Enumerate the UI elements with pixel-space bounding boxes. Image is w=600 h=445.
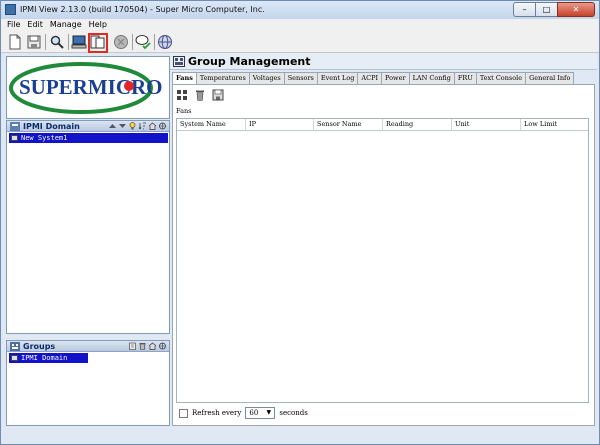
groups-header: Groups bbox=[7, 341, 169, 352]
ipmi-domain-pane: IPMI Domain New System1 bbox=[6, 120, 170, 334]
trash-icon[interactable] bbox=[194, 89, 206, 101]
globe-icon[interactable] bbox=[157, 34, 173, 50]
tab-temperatures[interactable]: Temperatures bbox=[195, 72, 250, 84]
tab-fru[interactable]: FRU bbox=[453, 72, 477, 84]
groups-icon bbox=[10, 342, 20, 351]
logo-text: SUPERMICRO bbox=[19, 75, 163, 99]
app-icon bbox=[5, 4, 16, 15]
tab-voltages[interactable]: Voltages bbox=[248, 72, 285, 84]
group-management-header-icon bbox=[173, 56, 185, 67]
search-icon[interactable] bbox=[49, 34, 65, 50]
title-bar: IPMI View 2.13.0 (build 170504) - Super … bbox=[1, 1, 599, 19]
new-file-icon[interactable] bbox=[7, 34, 23, 50]
save-config-icon[interactable] bbox=[212, 89, 224, 101]
toolbar bbox=[1, 31, 599, 53]
group-delete-icon[interactable] bbox=[139, 342, 146, 350]
fans-table[interactable]: System Name IP Sensor Name Reading Unit … bbox=[176, 118, 589, 403]
page-title: Group Management bbox=[188, 55, 311, 68]
column-sensor-name[interactable]: Sensor Name bbox=[314, 119, 383, 130]
grid-view-icon[interactable] bbox=[176, 89, 188, 101]
network-icon[interactable] bbox=[159, 122, 166, 130]
column-reading[interactable]: Reading bbox=[383, 119, 452, 130]
refresh-control: Refresh every 60 ▼ seconds bbox=[179, 406, 308, 420]
save-icon[interactable] bbox=[26, 34, 42, 50]
sort-icon[interactable] bbox=[138, 122, 146, 130]
ipmi-domain-header: IPMI Domain bbox=[7, 121, 169, 132]
group-management-panel: Group Management Fans Temperatures Volta… bbox=[170, 53, 597, 429]
tree-item-label: New System1 bbox=[21, 134, 68, 142]
column-system-name[interactable]: System Name bbox=[177, 119, 246, 130]
chat-check-icon[interactable] bbox=[135, 34, 151, 50]
fans-section-label: Fans bbox=[176, 107, 192, 115]
home-icon[interactable] bbox=[148, 122, 157, 130]
fans-tab-content: Fans System Name IP Sensor Name Reading … bbox=[172, 84, 595, 426]
menu-help[interactable]: Help bbox=[89, 19, 107, 31]
refresh-checkbox[interactable] bbox=[179, 408, 188, 418]
refresh-unit-label: seconds bbox=[279, 409, 308, 417]
computer-icon[interactable] bbox=[71, 34, 87, 50]
group-management-header: Group Management bbox=[170, 53, 597, 70]
column-ip[interactable]: IP bbox=[246, 119, 314, 130]
status-bar bbox=[1, 430, 599, 444]
system-icon bbox=[11, 135, 18, 141]
refresh-label: Refresh every bbox=[192, 409, 242, 417]
tab-bar: Fans Temperatures Voltages Sensors Event… bbox=[172, 72, 575, 85]
table-header: System Name IP Sensor Name Reading Unit … bbox=[177, 119, 588, 131]
menu-manage[interactable]: Manage bbox=[50, 19, 82, 31]
tab-sensors[interactable]: Sensors bbox=[283, 72, 318, 84]
group-management-icon[interactable] bbox=[90, 34, 106, 50]
refresh-interval-select[interactable]: 60 ▼ bbox=[245, 407, 276, 419]
menu-file[interactable]: File bbox=[7, 19, 20, 31]
menu-edit[interactable]: Edit bbox=[27, 19, 43, 31]
tab-general-info[interactable]: General Info bbox=[525, 72, 575, 84]
domain-icon bbox=[10, 122, 20, 131]
ipmi-domain-title: IPMI Domain bbox=[23, 122, 80, 131]
groups-title: Groups bbox=[23, 342, 56, 351]
group-item-icon bbox=[11, 355, 18, 361]
tab-acpi[interactable]: ACPI bbox=[357, 72, 383, 84]
move-up-icon[interactable] bbox=[109, 122, 116, 130]
group-home-icon[interactable] bbox=[148, 342, 157, 350]
tab-event-log[interactable]: Event Log bbox=[316, 72, 359, 84]
tab-lan-config[interactable]: LAN Config bbox=[408, 72, 455, 84]
stop-icon[interactable] bbox=[113, 34, 129, 50]
refresh-interval-value: 60 bbox=[249, 409, 259, 417]
supermicro-logo: SUPERMICRO bbox=[6, 56, 170, 119]
group-item-ipmi-domain[interactable]: IPMI Domain (0/1) bbox=[9, 353, 88, 372]
tab-text-console[interactable]: Text Console bbox=[475, 72, 527, 84]
maximize-button[interactable]: □ bbox=[535, 2, 557, 17]
group-add-icon[interactable] bbox=[129, 342, 136, 350]
close-button[interactable]: ✕ bbox=[557, 2, 595, 17]
group-item-label: IPMI Domain (0/1) bbox=[21, 354, 68, 372]
main-window: IPMI View 2.13.0 (build 170504) - Super … bbox=[0, 0, 600, 445]
menu-bar: File Edit Manage Help bbox=[1, 19, 599, 31]
left-panel: SUPERMICRO IPMI Domain New System1 Group… bbox=[4, 56, 170, 428]
move-down-icon[interactable] bbox=[119, 122, 126, 130]
column-unit[interactable]: Unit bbox=[452, 119, 521, 130]
bulb-icon[interactable] bbox=[129, 122, 136, 130]
window-title: IPMI View 2.13.0 (build 170504) - Super … bbox=[20, 5, 265, 14]
dropdown-arrow-icon: ▼ bbox=[266, 409, 272, 416]
tab-power[interactable]: Power bbox=[381, 72, 410, 84]
groups-pane: Groups IPMI Domain (0/1) bbox=[6, 340, 170, 426]
tree-item-new-system1[interactable]: New System1 bbox=[9, 133, 168, 143]
group-network-icon[interactable] bbox=[159, 342, 166, 350]
minimize-button[interactable]: – bbox=[513, 2, 535, 17]
column-low-limit[interactable]: Low Limit bbox=[521, 119, 588, 130]
